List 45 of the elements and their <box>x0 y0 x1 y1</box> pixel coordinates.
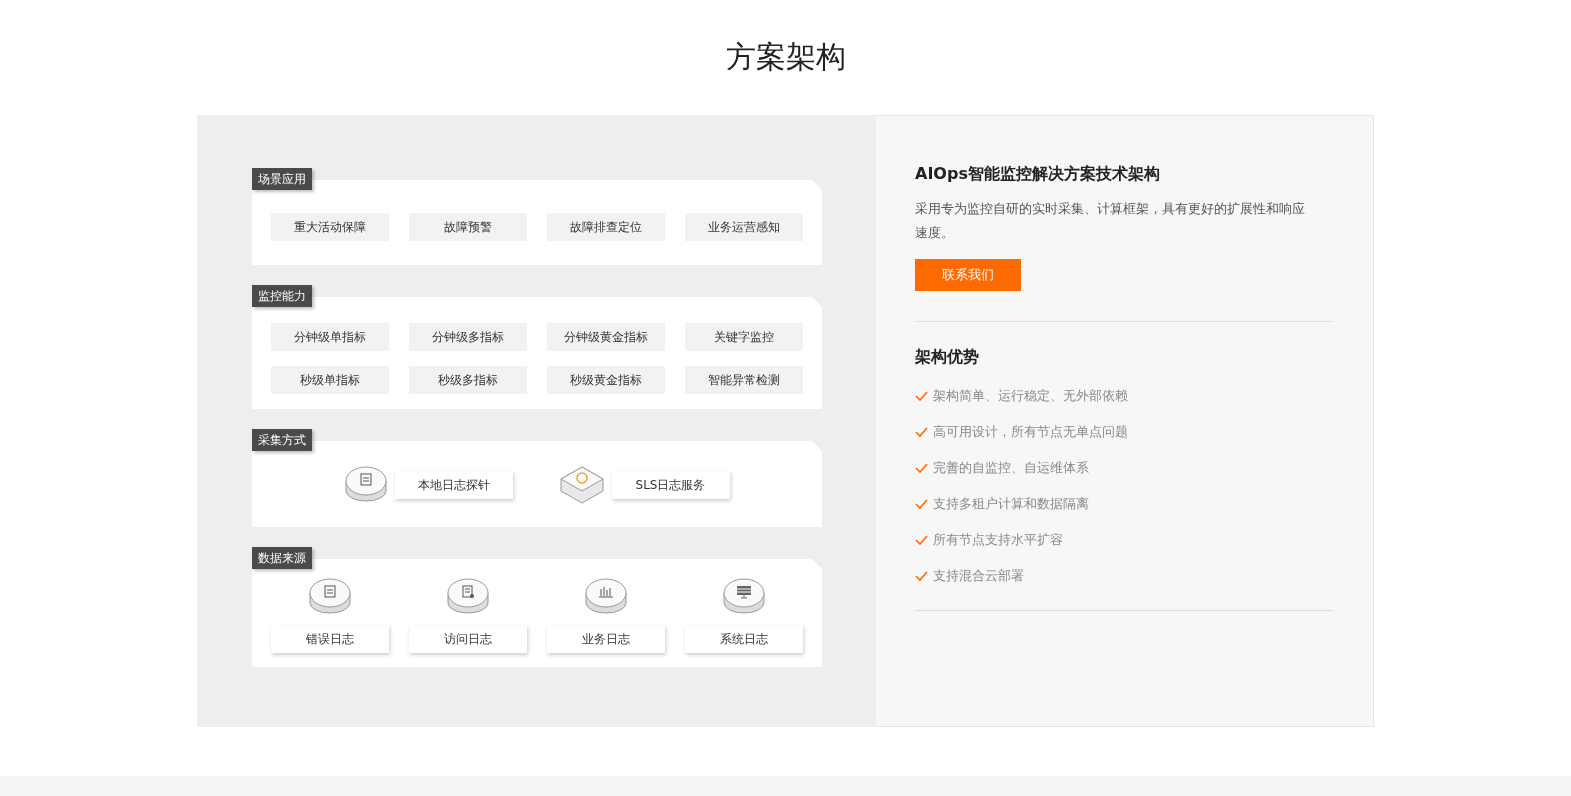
log-puck-icon <box>309 577 351 617</box>
collector-label: SLS日志服务 <box>611 471 730 499</box>
check-icon <box>915 570 928 582</box>
check-icon <box>915 426 928 438</box>
capability-chip: 分钟级多指标 <box>409 323 527 351</box>
advantage-text: 完善的自监控、自运维体系 <box>933 459 1089 477</box>
log-puck-icon <box>585 577 627 617</box>
advantage-text: 所有节点支持水平扩容 <box>933 531 1063 549</box>
source-label: 业务日志 <box>547 625 665 653</box>
source-label: 错误日志 <box>271 625 389 653</box>
log-puck-icon <box>723 577 765 617</box>
check-icon <box>915 462 928 474</box>
contact-button[interactable]: 联系我们 <box>915 259 1021 291</box>
capability-chip: 秒级黄金指标 <box>547 366 665 394</box>
layer-tag: 数据来源 <box>252 547 312 569</box>
capability-chip: 重大活动保障 <box>271 213 389 241</box>
capability-chip: 故障预警 <box>409 213 527 241</box>
capability-chip: 分钟级单指标 <box>271 323 389 351</box>
check-icon <box>915 498 928 510</box>
advantage-text: 支持多租户计算和数据隔离 <box>933 495 1089 513</box>
capability-chip: 秒级多指标 <box>409 366 527 394</box>
capability-chip: 分钟级黄金指标 <box>547 323 665 351</box>
capability-chip: 故障排查定位 <box>547 213 665 241</box>
advantage-text: 高可用设计，所有节点无单点问题 <box>933 423 1128 441</box>
advantages-heading: 架构优势 <box>915 347 980 368</box>
source-label: 访问日志 <box>409 625 527 653</box>
capability-chip: 关键字监控 <box>685 323 803 351</box>
info-description: 采用专为监控自研的实时采集、计算框架，具有更好的扩展性和响应速度。 <box>915 200 1306 242</box>
collector-label: 本地日志探针 <box>394 471 513 499</box>
capability-chip: 智能异常检测 <box>685 366 803 394</box>
capability-chip: 秒级单指标 <box>271 366 389 394</box>
check-icon <box>915 390 928 402</box>
advantage-text: 支持混合云部署 <box>933 567 1024 585</box>
section-title: 方案架构 <box>725 38 846 76</box>
source-label: 系统日志 <box>685 625 803 653</box>
advantage-text: 架构简单、运行稳定、无外部依赖 <box>933 387 1128 405</box>
info-heading: AIOps智能监控解决方案技术架构 <box>915 164 1161 185</box>
log-puck-icon <box>447 577 489 617</box>
check-icon <box>915 534 928 546</box>
layer-tag: 监控能力 <box>252 285 312 307</box>
cube-icon <box>559 466 604 504</box>
capability-chip: 业务运营感知 <box>685 213 803 241</box>
document-puck-icon <box>344 465 387 505</box>
layer-tag: 场景应用 <box>252 168 312 190</box>
layer-tag: 采集方式 <box>252 429 312 451</box>
